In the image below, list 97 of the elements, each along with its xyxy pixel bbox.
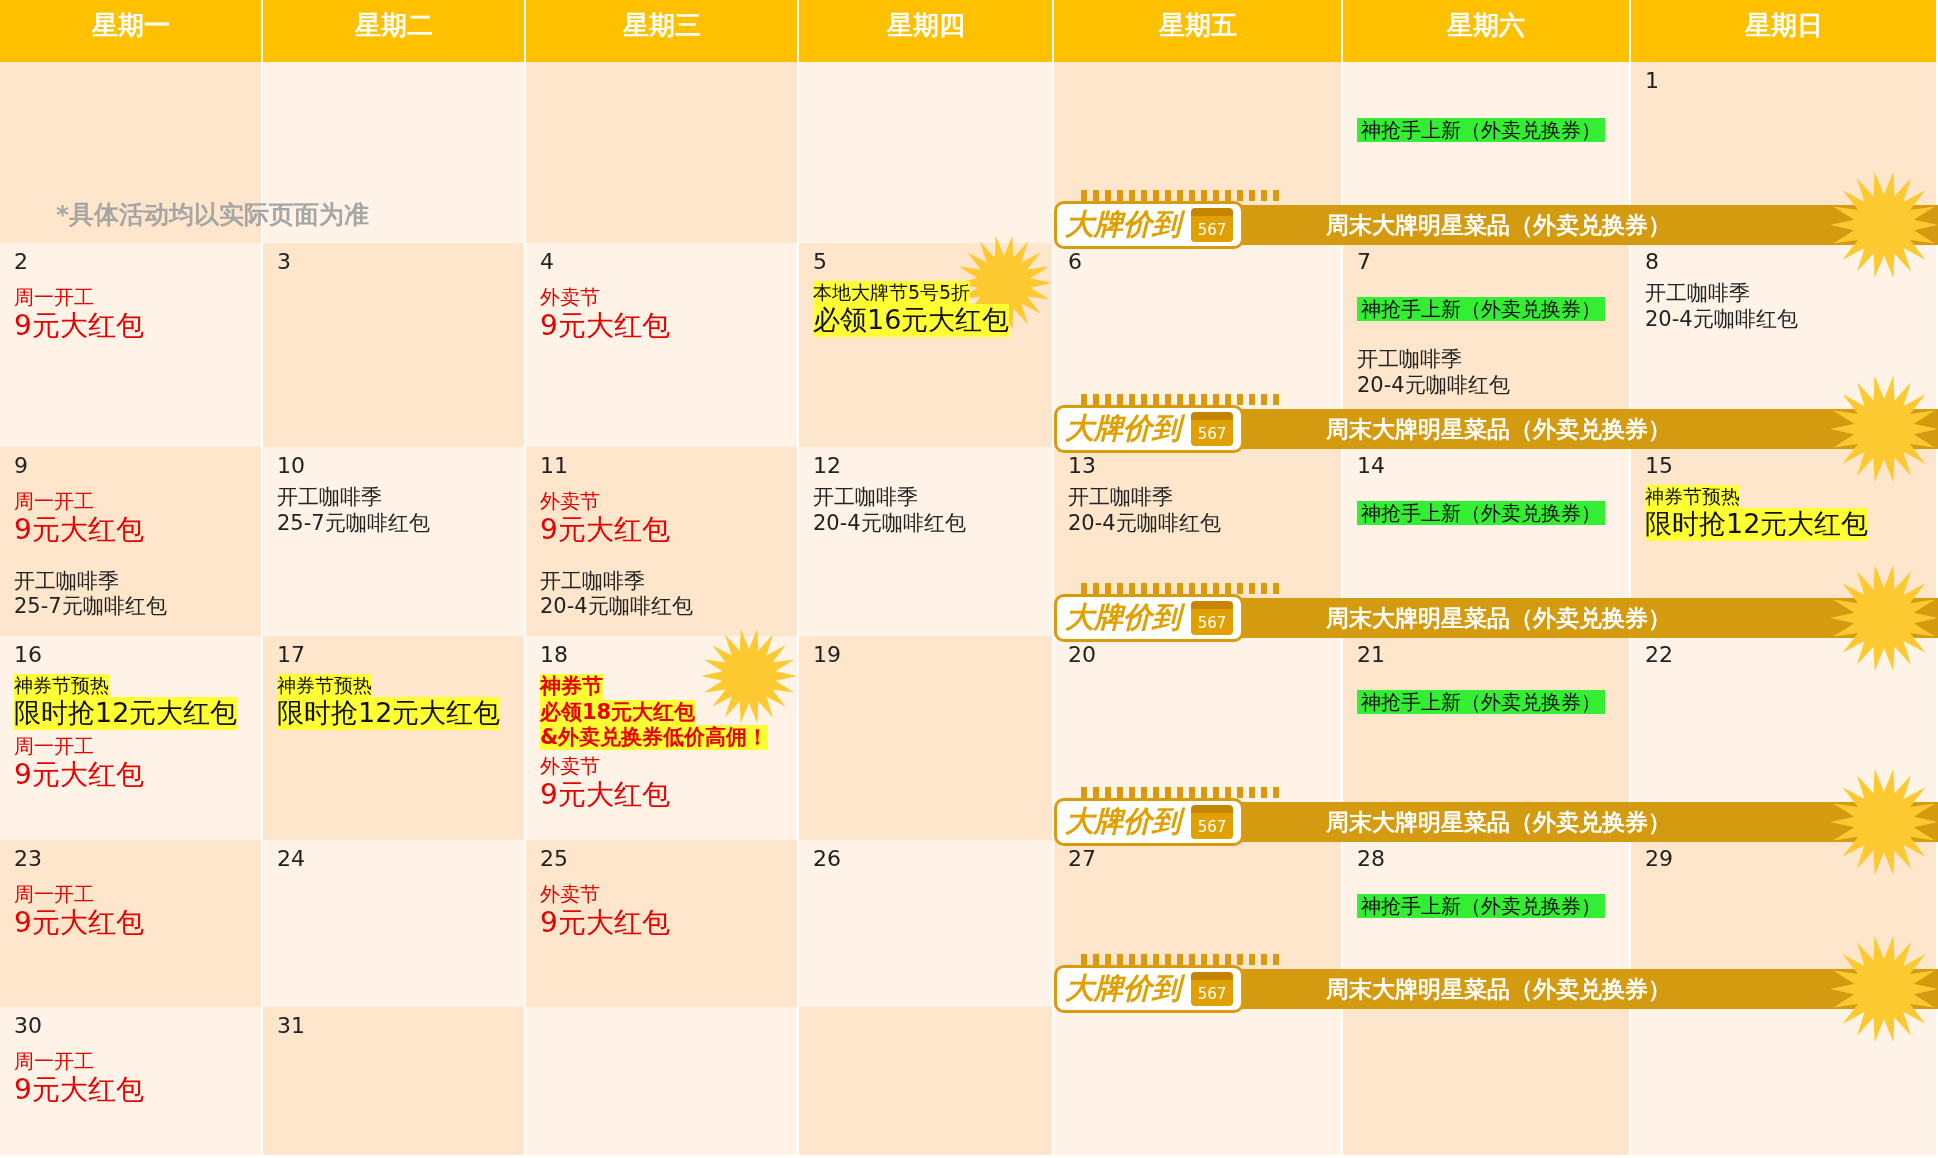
weekday-header: 星期五 [1054,0,1343,62]
event-text: 20-4元咖啡红包 [1357,372,1510,398]
day-number: 20 [1068,642,1096,669]
event-text: 外卖节 [540,285,600,310]
weekday-header: 星期一 [0,0,263,62]
day-number: 23 [14,846,42,873]
event-text: 20-4元咖啡红包 [1645,306,1798,332]
event-text: 外卖节 [540,882,600,907]
day-number: 28 [1357,846,1385,873]
calendar-icon: 567 [1191,412,1233,446]
day-number: 30 [14,1013,42,1040]
day-number: 14 [1357,453,1385,480]
day-number: 8 [1645,249,1659,276]
event-text: 限时抢12元大红包 [14,697,238,730]
event-text: 开工咖啡季 [1357,347,1462,373]
day-number: 6 [1068,249,1082,276]
event-text: 9元大红包 [14,513,144,547]
weekday-header: 星期二 [263,0,526,62]
day-number: 12 [813,453,841,480]
burst-icon [1830,171,1938,279]
event-text: 25-7元咖啡红包 [14,594,167,620]
day-number: 15 [1645,453,1673,480]
event-text: 9元大红包 [14,1073,144,1107]
weekday-header: 星期四 [799,0,1054,62]
day-number: 7 [1357,249,1371,276]
burst-icon [1830,768,1938,876]
event-text: 9元大红包 [14,309,144,343]
event-text: 20-4元咖啡红包 [813,510,966,536]
day-number: 5 [813,249,827,276]
event-text: 开工咖啡季 [277,485,382,511]
event-text: 开工咖啡季 [1645,281,1750,307]
day-number: 29 [1645,846,1673,873]
event-text: 周一开工 [14,882,94,907]
day-number: 24 [277,846,305,873]
event-text: 外卖节 [540,753,600,778]
event-text: 开工咖啡季 [813,485,918,511]
event-text: 神抢手上新（外卖兑换券） [1357,501,1605,526]
event-text: 9元大红包 [14,906,144,940]
event-text: 神抢手上新（外卖兑换券） [1357,297,1605,322]
event-text: 开工咖啡季 [540,569,645,595]
calendar-icon: 567 [1191,601,1233,635]
event-text: 周一开工 [14,733,94,758]
event-text: &外卖兑换券低价高佣！ [540,724,769,750]
event-text: 本地大牌节5号5折 [813,281,971,305]
burst-icon [1830,935,1938,1043]
burst-icon [1830,375,1938,483]
day-number: 17 [277,642,305,669]
day-number: 10 [277,453,305,480]
event-text: 开工咖啡季 [1068,485,1173,511]
event-text: 20-4元咖啡红包 [540,594,693,620]
event-text: 9元大红包 [540,906,670,940]
event-text: 9元大红包 [540,513,670,547]
event-text: 神券节预热 [14,674,109,698]
calendar-icon: 567 [1191,805,1233,839]
event-text: 9元大红包 [540,309,670,343]
event-text: 神抢手上新（外卖兑换券） [1357,118,1605,142]
burst-icon [1830,564,1938,672]
day-number: 21 [1357,642,1385,669]
event-text: 9元大红包 [14,757,144,792]
event-text: 神券节预热 [1645,485,1740,509]
day-number: 9 [14,453,28,480]
weekday-header: 星期三 [526,0,799,62]
event-text: 周一开工 [14,1049,94,1074]
event-text: 周一开工 [14,489,94,514]
event-text: 神券节 [540,674,603,700]
day-number: 31 [277,1013,305,1040]
event-text: 限时抢12元大红包 [1645,508,1869,541]
calendar-icon: 567 [1191,208,1233,242]
event-text: 25-7元咖啡红包 [277,510,430,536]
day-number: 3 [277,249,291,276]
day-number: 13 [1068,453,1096,480]
event-text: 神券节预热 [277,674,372,698]
day-number: 18 [540,642,568,669]
weekday-header: 星期日 [1631,0,1938,62]
day-number: 27 [1068,846,1096,873]
calendar-icon: 567 [1191,972,1233,1006]
weekday-header: 星期六 [1343,0,1631,62]
day-number: 2 [14,249,28,276]
disclaimer-text: *具体活动均以实际页面为准 [56,198,370,231]
event-text: 必领18元大红包 [540,699,696,725]
event-text: 限时抢12元大红包 [277,697,501,730]
event-text: 必领16元大红包 [813,304,1010,337]
event-text: 周一开工 [14,285,94,310]
day-number: 22 [1645,642,1673,669]
day-number: 11 [540,453,568,480]
day-number: 26 [813,846,841,873]
event-text: 外卖节 [540,489,600,514]
event-text: 20-4元咖啡红包 [1068,510,1221,536]
day-number: 16 [14,642,42,669]
event-text: 9元大红包 [540,777,670,812]
day-number: 25 [540,846,568,873]
event-text: 神抢手上新（外卖兑换券） [1357,690,1605,715]
day-number: 19 [813,642,841,669]
day-number: 4 [540,249,554,276]
event-text: 神抢手上新（外卖兑换券） [1357,894,1605,919]
day-number: 1 [1645,68,1659,95]
event-text: 开工咖啡季 [14,569,119,595]
